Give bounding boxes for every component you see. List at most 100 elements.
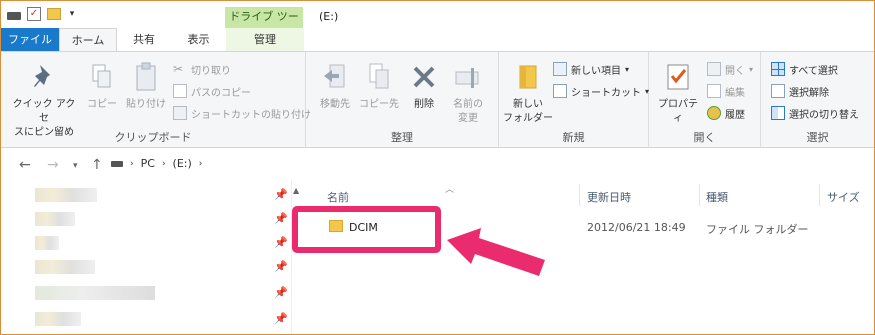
pin-icon[interactable]: 📌 bbox=[274, 286, 288, 299]
easy-access-button[interactable]: ショートカット ▾ bbox=[553, 82, 649, 100]
nav-item-blurred[interactable] bbox=[35, 286, 155, 300]
paste-shortcut-icon bbox=[173, 106, 187, 120]
copy-path-label: パスのコピー bbox=[191, 87, 251, 99]
delete-label: 削除 bbox=[414, 99, 434, 110]
nav-item-blurred[interactable] bbox=[35, 312, 81, 326]
drive-tools-context-title: ドライブ ツール bbox=[225, 7, 303, 43]
delete-button[interactable]: 削除 bbox=[406, 60, 442, 112]
pin-icon[interactable]: 📌 bbox=[274, 312, 288, 325]
pin-icon bbox=[28, 60, 60, 94]
rename-icon bbox=[452, 60, 484, 94]
select-none-button[interactable]: 選択解除 bbox=[771, 82, 829, 100]
tab-file[interactable]: ファイル bbox=[1, 28, 59, 51]
up-arrow-icon[interactable]: ↑ bbox=[91, 157, 103, 173]
column-header-date[interactable]: 更新日時 bbox=[587, 180, 631, 210]
clipboard-group-label: クリップボード bbox=[114, 131, 192, 144]
column-divider[interactable] bbox=[819, 184, 820, 206]
new-folder-icon[interactable] bbox=[47, 8, 61, 20]
scroll-up-icon[interactable]: ▲ bbox=[293, 186, 299, 195]
nav-item-blurred[interactable] bbox=[35, 236, 59, 250]
breadcrumb[interactable]: › PC › (E:) › bbox=[111, 157, 202, 170]
column-divider[interactable] bbox=[579, 184, 580, 206]
history-button[interactable]: 履歴 bbox=[707, 104, 745, 122]
sort-ascending-icon: ︿ bbox=[445, 185, 455, 195]
quick-access-toolbar: ✓ ▾ bbox=[7, 7, 77, 21]
move-to-label: 移動先 bbox=[320, 99, 350, 110]
move-to-button[interactable]: 移動先 bbox=[314, 60, 356, 112]
open-icon bbox=[707, 62, 721, 76]
file-date: 2012/06/21 18:49 bbox=[587, 221, 686, 234]
copy-to-button[interactable]: コピー先 bbox=[358, 60, 400, 112]
open-group-label: 開く bbox=[693, 131, 716, 144]
customize-dropdown-icon[interactable]: ▾ bbox=[67, 8, 77, 20]
nav-item-blurred[interactable] bbox=[35, 260, 95, 274]
breadcrumb-pc[interactable]: PC bbox=[141, 157, 155, 170]
breadcrumb-separator-icon: › bbox=[161, 158, 166, 169]
open-button[interactable]: 開く ▾ bbox=[707, 60, 753, 78]
invert-selection-icon bbox=[771, 106, 785, 120]
new-group: 新しい フォルダー 新しい項目 ▾ ショートカット ▾ 新規 bbox=[499, 52, 649, 148]
column-header-type[interactable]: 種類 bbox=[706, 180, 728, 210]
pointer-arrow-icon bbox=[447, 228, 545, 276]
edit-button[interactable]: 編集 bbox=[707, 82, 745, 100]
file-list: ︿ 名前 更新日時 種類 サイズ DCIM 2012/06/21 18:49 フ… bbox=[303, 180, 874, 334]
drive-icon[interactable] bbox=[7, 11, 21, 20]
properties-label: プロパティ bbox=[658, 99, 698, 124]
paste-button[interactable]: 貼り付け bbox=[123, 60, 169, 112]
breadcrumb-separator-icon: › bbox=[198, 158, 203, 169]
select-all-label: すべて選択 bbox=[789, 65, 838, 77]
forward-arrow-icon[interactable]: → bbox=[47, 157, 59, 173]
open-label: 開く bbox=[725, 65, 745, 77]
folder-icon bbox=[512, 60, 544, 94]
nav-item-blurred[interactable] bbox=[35, 212, 75, 226]
organize-group-label: 整理 bbox=[391, 131, 413, 144]
paste-shortcut-button[interactable]: ショートカットの貼り付け bbox=[173, 104, 311, 122]
shortcut-label: ショートカット bbox=[571, 87, 641, 99]
pin-icon[interactable]: 📌 bbox=[274, 260, 288, 273]
select-none-icon bbox=[771, 84, 785, 98]
new-folder-label: 新しい フォルダー bbox=[503, 99, 553, 124]
new-item-button[interactable]: 新しい項目 ▾ bbox=[553, 60, 629, 78]
pin-icon[interactable]: 📌 bbox=[274, 188, 288, 201]
history-label: 履歴 bbox=[725, 109, 745, 121]
pin-quick-access-button[interactable]: クイック アクセ スにピン留め bbox=[9, 60, 79, 140]
scissors-icon: ✂ bbox=[173, 62, 184, 76]
delete-x-icon bbox=[408, 60, 440, 94]
invert-selection-label: 選択の切り替え bbox=[789, 109, 859, 121]
clipboard-group: クイック アクセ スにピン留め コピー 貼り付け ✂ 切り取り パスのコピー シ… bbox=[1, 52, 311, 148]
properties-button[interactable]: プロパティ bbox=[655, 60, 701, 126]
explorer-window: ✓ ▾ ドライブ ツール (E:) ファイル ホーム 共有 表示 管理 クイック… bbox=[0, 0, 875, 335]
select-group: すべて選択 選択解除 選択の切り替え 選択 bbox=[761, 52, 874, 148]
tab-view[interactable]: 表示 bbox=[171, 28, 226, 51]
rename-button[interactable]: 名前の 変更 bbox=[446, 60, 490, 126]
navigation-pane: 📌 📌 📌 📌 📌 📌 bbox=[1, 180, 291, 334]
paste-icon bbox=[130, 60, 162, 94]
properties-check-icon[interactable]: ✓ bbox=[27, 7, 41, 21]
select-all-button[interactable]: すべて選択 bbox=[771, 60, 838, 78]
breadcrumb-drive-e[interactable]: (E:) bbox=[173, 157, 192, 170]
edit-label: 編集 bbox=[725, 87, 745, 99]
pin-icon[interactable]: 📌 bbox=[274, 236, 288, 249]
drive-icon bbox=[111, 160, 123, 167]
invert-selection-button[interactable]: 選択の切り替え bbox=[771, 104, 859, 122]
column-header-size[interactable]: サイズ bbox=[827, 180, 860, 210]
pin-icon[interactable]: 📌 bbox=[274, 212, 288, 225]
nav-item-blurred[interactable] bbox=[35, 188, 97, 202]
cut-button[interactable]: ✂ 切り取り bbox=[173, 60, 231, 78]
copy-path-button[interactable]: パスのコピー bbox=[173, 82, 251, 100]
column-divider[interactable] bbox=[699, 184, 700, 206]
open-group: プロパティ 開く ▾ 編集 履歴 開く bbox=[649, 52, 761, 148]
copy-button[interactable]: コピー bbox=[83, 60, 121, 112]
organize-group: 移動先 コピー先 削除 名前の 変更 整理 bbox=[306, 52, 499, 148]
select-group-label: 選択 bbox=[806, 131, 829, 144]
tab-home[interactable]: ホーム bbox=[59, 28, 117, 51]
title-bar: ✓ ▾ ドライブ ツール (E:) bbox=[1, 1, 874, 43]
address-bar-row: ← → ▾ ↑ › PC › (E:) › bbox=[1, 150, 874, 180]
new-folder-button[interactable]: 新しい フォルダー bbox=[503, 60, 553, 126]
tab-manage[interactable]: 管理 bbox=[226, 28, 304, 51]
select-all-icon bbox=[771, 62, 785, 76]
navigation-scrollbar[interactable]: ▲ bbox=[291, 180, 303, 334]
back-arrow-icon[interactable]: ← bbox=[19, 157, 31, 173]
recent-locations-chevron-icon[interactable]: ▾ bbox=[73, 161, 78, 171]
tab-share[interactable]: 共有 bbox=[117, 28, 171, 51]
